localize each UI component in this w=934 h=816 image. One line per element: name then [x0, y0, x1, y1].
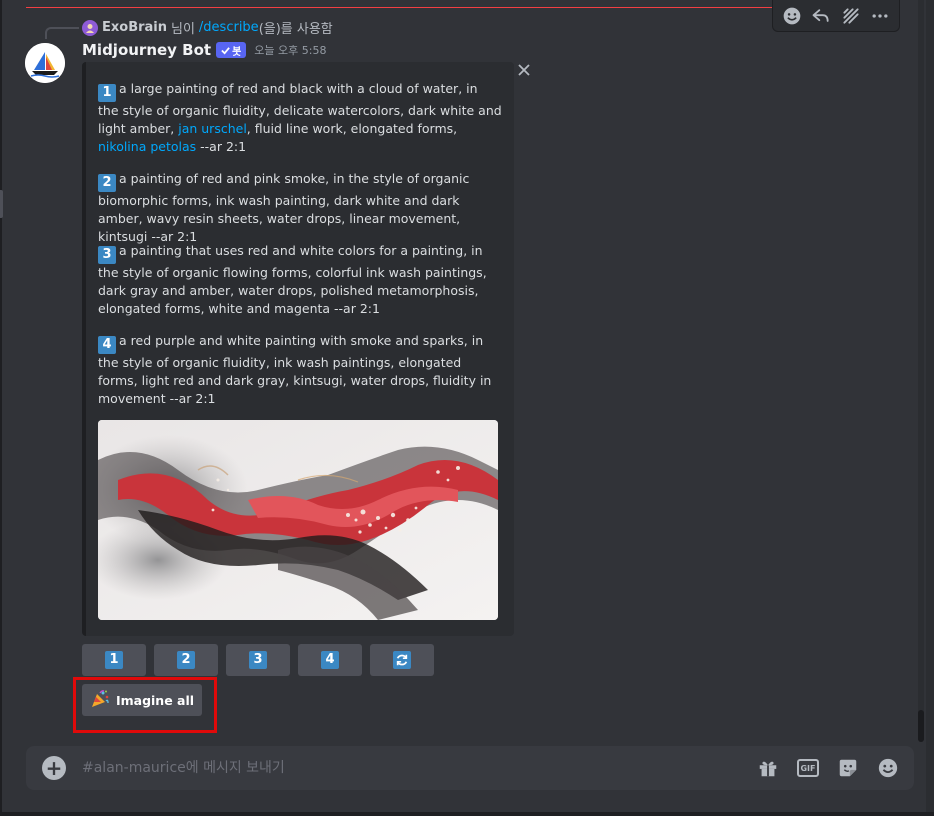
gift-icon[interactable]	[756, 756, 780, 780]
prompt-2: 2a painting of red and pink smoke, in th…	[98, 170, 502, 246]
prompt-3-text: a painting that uses red and white color…	[98, 243, 487, 316]
button-4-label: 4	[321, 651, 339, 669]
member-panel-edge	[926, 0, 934, 816]
refresh-icon	[393, 651, 411, 669]
reply-command[interactable]: /describe	[199, 20, 259, 35]
bottom-border	[0, 812, 934, 816]
close-icon[interactable]	[516, 63, 532, 81]
sticker-icon[interactable]	[836, 756, 860, 780]
number-4-badge: 4	[98, 336, 116, 354]
bot-name[interactable]: Midjourney Bot	[82, 41, 211, 59]
prompt-1: 1a large painting of red and black with …	[98, 80, 502, 156]
fluid-art-painting	[98, 420, 498, 620]
artist-link-nikolina-petolas[interactable]: nikolina petolas	[98, 139, 196, 154]
imagine-all-button[interactable]: Imagine all	[82, 684, 202, 716]
bot-tag-label: 봇	[232, 46, 242, 58]
describe-button-2[interactable]: 2	[154, 644, 218, 676]
gif-icon[interactable]: GIF	[796, 756, 820, 780]
message-timestamp: 오늘 오후 5:58	[254, 44, 327, 57]
party-popper-icon	[90, 689, 110, 712]
button-2-label: 2	[177, 651, 195, 669]
artist-link-jan-urschel[interactable]: jan urschel	[178, 121, 247, 136]
described-image[interactable]	[98, 420, 498, 620]
describe-button-4[interactable]: 4	[298, 644, 362, 676]
reply-username[interactable]: ExoBrain	[102, 20, 167, 35]
prompt-1-text-mid: , fluid line work, elongated forms,	[246, 121, 458, 136]
scrollbar-thumb[interactable]	[918, 710, 924, 742]
thread-icon[interactable]	[838, 3, 864, 29]
number-3-badge: 3	[98, 246, 116, 264]
plus-icon[interactable]: +	[42, 756, 66, 780]
variation-button-row: 1 2 3 4	[82, 644, 434, 676]
reply-suffix: 님이	[171, 22, 195, 37]
reply-icon[interactable]	[808, 3, 834, 29]
prompt-1-text-end: --ar 2:1	[196, 139, 247, 154]
verified-check-icon	[221, 46, 230, 55]
prompt-4: 4a red purple and white painting with sm…	[98, 332, 502, 408]
emoji-icon[interactable]	[876, 756, 900, 780]
scrollbar-track[interactable]	[918, 0, 924, 740]
bot-avatar[interactable]	[25, 43, 65, 83]
number-1-badge: 1	[98, 84, 116, 102]
new-messages-divider	[26, 7, 896, 8]
add-reaction-icon[interactable]	[779, 3, 805, 29]
imagine-all-label: Imagine all	[115, 692, 195, 708]
reply-reference[interactable]: ExoBrain 님이 /describe (을)를 사용함	[82, 18, 333, 37]
bot-tag: 봇	[216, 42, 247, 58]
gif-label: GIF	[797, 759, 819, 777]
message-hover-toolbar	[772, 0, 900, 32]
number-2-badge: 2	[98, 174, 116, 192]
prompt-3: 3a painting that uses red and white colo…	[98, 242, 502, 318]
prompt-4-text: a red purple and white painting with smo…	[98, 333, 492, 406]
button-1-label: 1	[105, 651, 123, 669]
message-input[interactable]	[82, 756, 722, 780]
reply-spine	[45, 27, 79, 39]
reply-tail: (을)를 사용함	[258, 22, 333, 37]
refresh-button[interactable]	[370, 644, 434, 676]
reply-avatar-icon	[82, 19, 98, 36]
message-header: Midjourney Bot 봇 오늘 오후 5:58	[82, 41, 326, 59]
unread-indicator	[0, 190, 3, 218]
left-border	[0, 0, 2, 816]
more-icon[interactable]	[867, 3, 893, 29]
prompt-2-text: a painting of red and pink smoke, in the…	[98, 171, 470, 244]
button-3-label: 3	[249, 651, 267, 669]
describe-button-1[interactable]: 1	[82, 644, 146, 676]
describe-button-3[interactable]: 3	[226, 644, 290, 676]
sailboat-logo-icon	[25, 43, 65, 83]
